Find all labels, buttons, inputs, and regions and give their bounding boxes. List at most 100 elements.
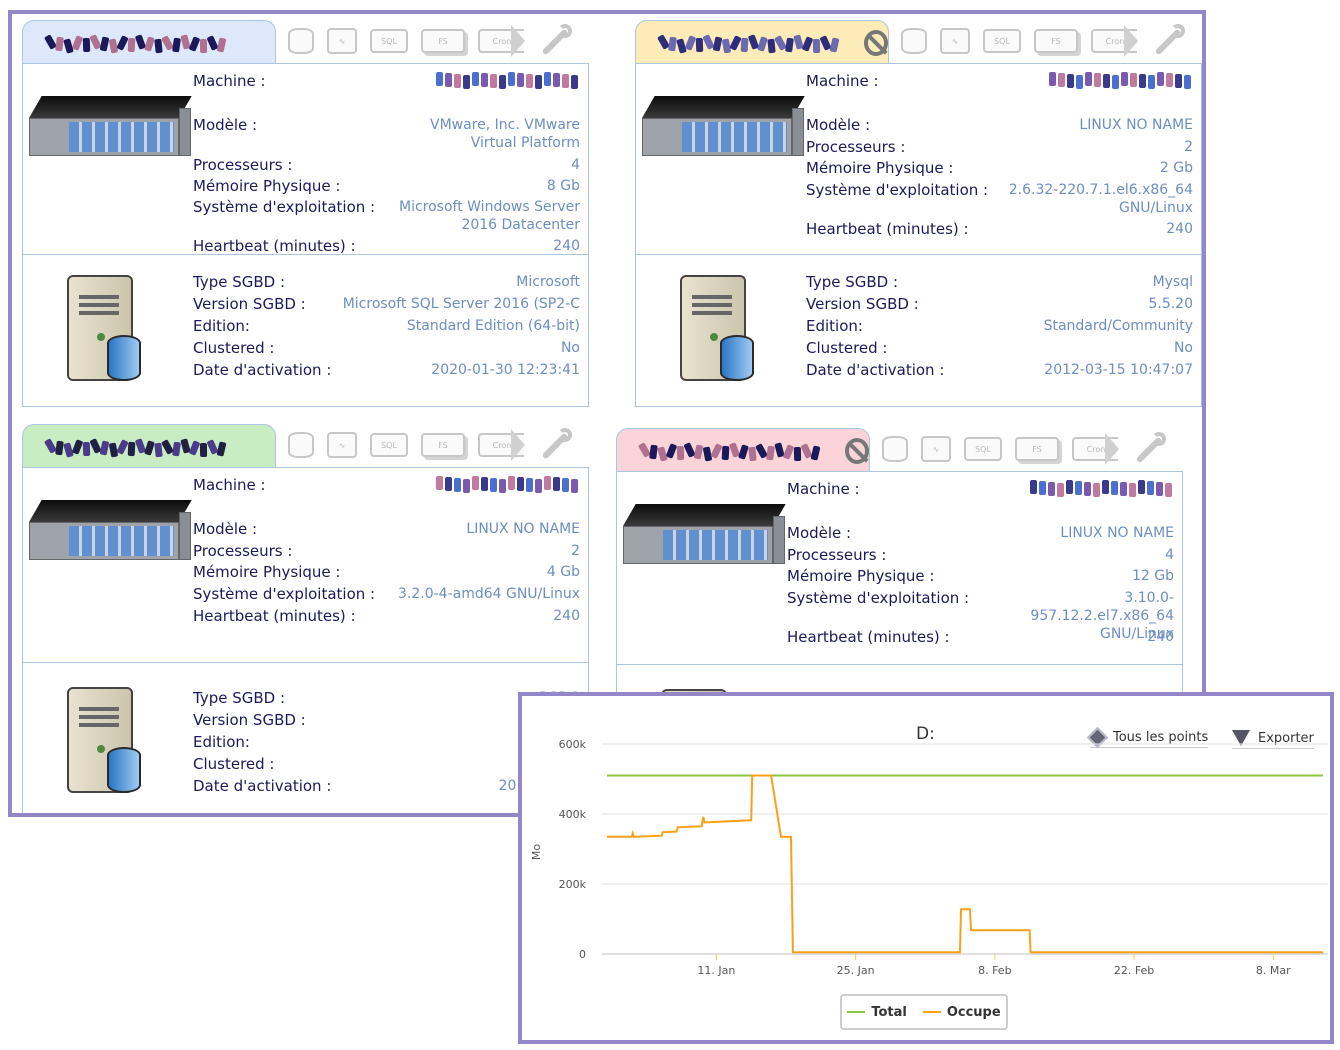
wrench-icon[interactable]	[1151, 24, 1185, 58]
row-version_sgbd: Version SGBD : 5.5.20	[806, 295, 1193, 313]
server-tab[interactable]	[22, 20, 276, 64]
memoire-value: 4 Gb	[546, 564, 580, 580]
server-card: Machine : Modèle : LINUX NO NAME Processeur…	[22, 467, 589, 813]
database-icon[interactable]	[288, 28, 314, 54]
monitor-chart-icon[interactable]: ∿	[327, 28, 357, 54]
memoire-label: Mémoire Physique :	[787, 567, 935, 585]
machine-label: Machine :	[193, 72, 266, 90]
arrow-icon	[1124, 25, 1138, 57]
legend-item-occupe[interactable]: Occupe	[922, 1005, 1001, 1020]
memoire-value: 8 Gb	[546, 178, 580, 194]
y-axis-label: Mo	[530, 844, 543, 860]
row-memoire: Mémoire Physique : 2 Gb	[806, 159, 1193, 177]
machine-name-redacted	[436, 72, 580, 89]
y-tick-label: 600k	[559, 738, 587, 751]
heartbeat-value: 240	[1147, 629, 1174, 645]
filesystem-icon[interactable]: FS	[1034, 29, 1078, 53]
row-processeurs: Processeurs : 2	[806, 138, 1193, 156]
cron-button[interactable]: Cron	[478, 429, 525, 461]
row-processeurs: Processeurs : 4	[787, 546, 1174, 564]
processeurs-value: 4	[571, 157, 580, 173]
server-tab[interactable]	[22, 424, 276, 468]
os-label: Système d'exploitation :	[193, 585, 376, 603]
cron-button[interactable]: Cron	[1091, 25, 1138, 57]
heartbeat-value: 240	[553, 238, 580, 254]
version_sgbd-value: Microsoft SQL Server 2016 (SP2-C	[342, 296, 580, 312]
server-tab[interactable]	[635, 20, 889, 64]
os-label: Système d'exploitation :	[193, 198, 376, 216]
machine-label: Machine :	[193, 476, 266, 494]
server-card: Machine : Modèle : LINUX NO NAME Processeur…	[635, 63, 1202, 407]
row-modele: Modèle : LINUX NO NAME	[787, 524, 1174, 542]
clustered-value: No	[560, 340, 580, 356]
server-card: Machine : Modèle : VMware, Inc. VMware Vir…	[22, 63, 589, 407]
arrow-icon	[1105, 433, 1119, 465]
type_sgbd-label: Type SGBD :	[806, 273, 899, 291]
version_sgbd-label: Version SGBD :	[193, 295, 306, 313]
version_sgbd-label: Version SGBD :	[806, 295, 919, 313]
sql-icon[interactable]: SQL	[370, 433, 408, 457]
heartbeat-value: 240	[553, 608, 580, 624]
disk-usage-chart-window: D: Tous les points Exporter 0 200k 400k 600…	[518, 692, 1334, 1044]
heartbeat-label: Heartbeat (minutes) :	[806, 220, 969, 238]
legend-item-total[interactable]: Total	[847, 1005, 907, 1020]
processeurs-label: Processeurs :	[787, 546, 887, 564]
server-panel-2: ∿ SQL FS Cron Machine : Modèle : LINUX NO …	[635, 14, 1202, 407]
activation-label: Date d'activation :	[193, 777, 332, 795]
edition-value: Standard/Community	[1043, 318, 1193, 334]
memoire-label: Mémoire Physique :	[193, 563, 341, 581]
chart-plot: 0 200k 400k 600k Mo 11. Jan 25. Jan 8. Feb 22. F…	[530, 738, 1328, 977]
sql-icon[interactable]: SQL	[983, 29, 1021, 53]
sql-icon[interactable]: SQL	[370, 29, 408, 53]
processeurs-value: 2	[571, 543, 580, 559]
version_sgbd-label: Version SGBD :	[193, 711, 306, 729]
filesystem-icon[interactable]: FS	[421, 433, 465, 457]
row-processeurs: Processeurs : 4	[193, 156, 580, 174]
server-rack-image	[29, 96, 192, 164]
processeurs-value: 4	[1165, 547, 1174, 563]
memoire-label: Mémoire Physique :	[193, 177, 341, 195]
arrow-icon	[511, 429, 525, 461]
database-icon[interactable]	[901, 28, 927, 54]
cron-button[interactable]: Cron	[1072, 433, 1119, 465]
machine-name-redacted	[1049, 72, 1193, 89]
legend-label: Total	[871, 1004, 907, 1020]
machine-label: Machine :	[806, 72, 879, 90]
filesystem-icon[interactable]: FS	[1015, 437, 1059, 461]
monitor-chart-icon[interactable]: ∿	[327, 432, 357, 458]
row-machine: Machine :	[806, 72, 1193, 90]
machine-name-redacted	[436, 476, 580, 493]
y-tick-label: 400k	[559, 808, 587, 821]
server-tab[interactable]	[616, 428, 870, 472]
server-rack-image	[642, 96, 805, 164]
cron-button[interactable]: Cron	[478, 25, 525, 57]
x-tick-label: 22. Feb	[1114, 964, 1154, 977]
row-activation: Date d'activation : 2020-01-30 12:23:41	[193, 361, 580, 379]
database-icon[interactable]	[882, 436, 908, 462]
row-heartbeat: Heartbeat (minutes) : 240	[193, 237, 580, 255]
wrench-icon[interactable]	[538, 24, 572, 58]
database-icon[interactable]	[288, 432, 314, 458]
monitor-chart-icon[interactable]: ∿	[921, 436, 951, 462]
row-modele: Modèle : LINUX NO NAME	[193, 520, 580, 538]
modele-value: LINUX NO NAME	[466, 521, 580, 537]
server-name-redacted	[656, 33, 840, 54]
clustered-value: No	[1173, 340, 1193, 356]
type_sgbd-value: Mysql	[1152, 274, 1193, 290]
server-toolbar: ∿ SQL FS Cron	[901, 24, 1185, 58]
processeurs-label: Processeurs :	[193, 542, 293, 560]
wrench-icon[interactable]	[538, 428, 572, 462]
row-os: Système d'exploitation : Microsoft Window…	[193, 198, 580, 234]
sql-icon[interactable]: SQL	[964, 437, 1002, 461]
wrench-icon[interactable]	[1132, 432, 1166, 466]
memoire-label: Mémoire Physique :	[806, 159, 954, 177]
heartbeat-label: Heartbeat (minutes) :	[193, 237, 356, 255]
monitor-chart-icon[interactable]: ∿	[940, 28, 970, 54]
row-memoire: Mémoire Physique : 4 Gb	[193, 563, 580, 581]
filesystem-icon[interactable]: FS	[421, 29, 465, 53]
row-clustered: Clustered : No	[806, 339, 1193, 357]
row-processeurs: Processeurs : 2	[193, 542, 580, 560]
server-panel-3: ∿ SQL FS Cron Machine : Modèle : LINUX NO …	[22, 418, 589, 813]
version_sgbd-value: 5.5.20	[1148, 296, 1193, 312]
modele-label: Modèle :	[193, 116, 258, 134]
